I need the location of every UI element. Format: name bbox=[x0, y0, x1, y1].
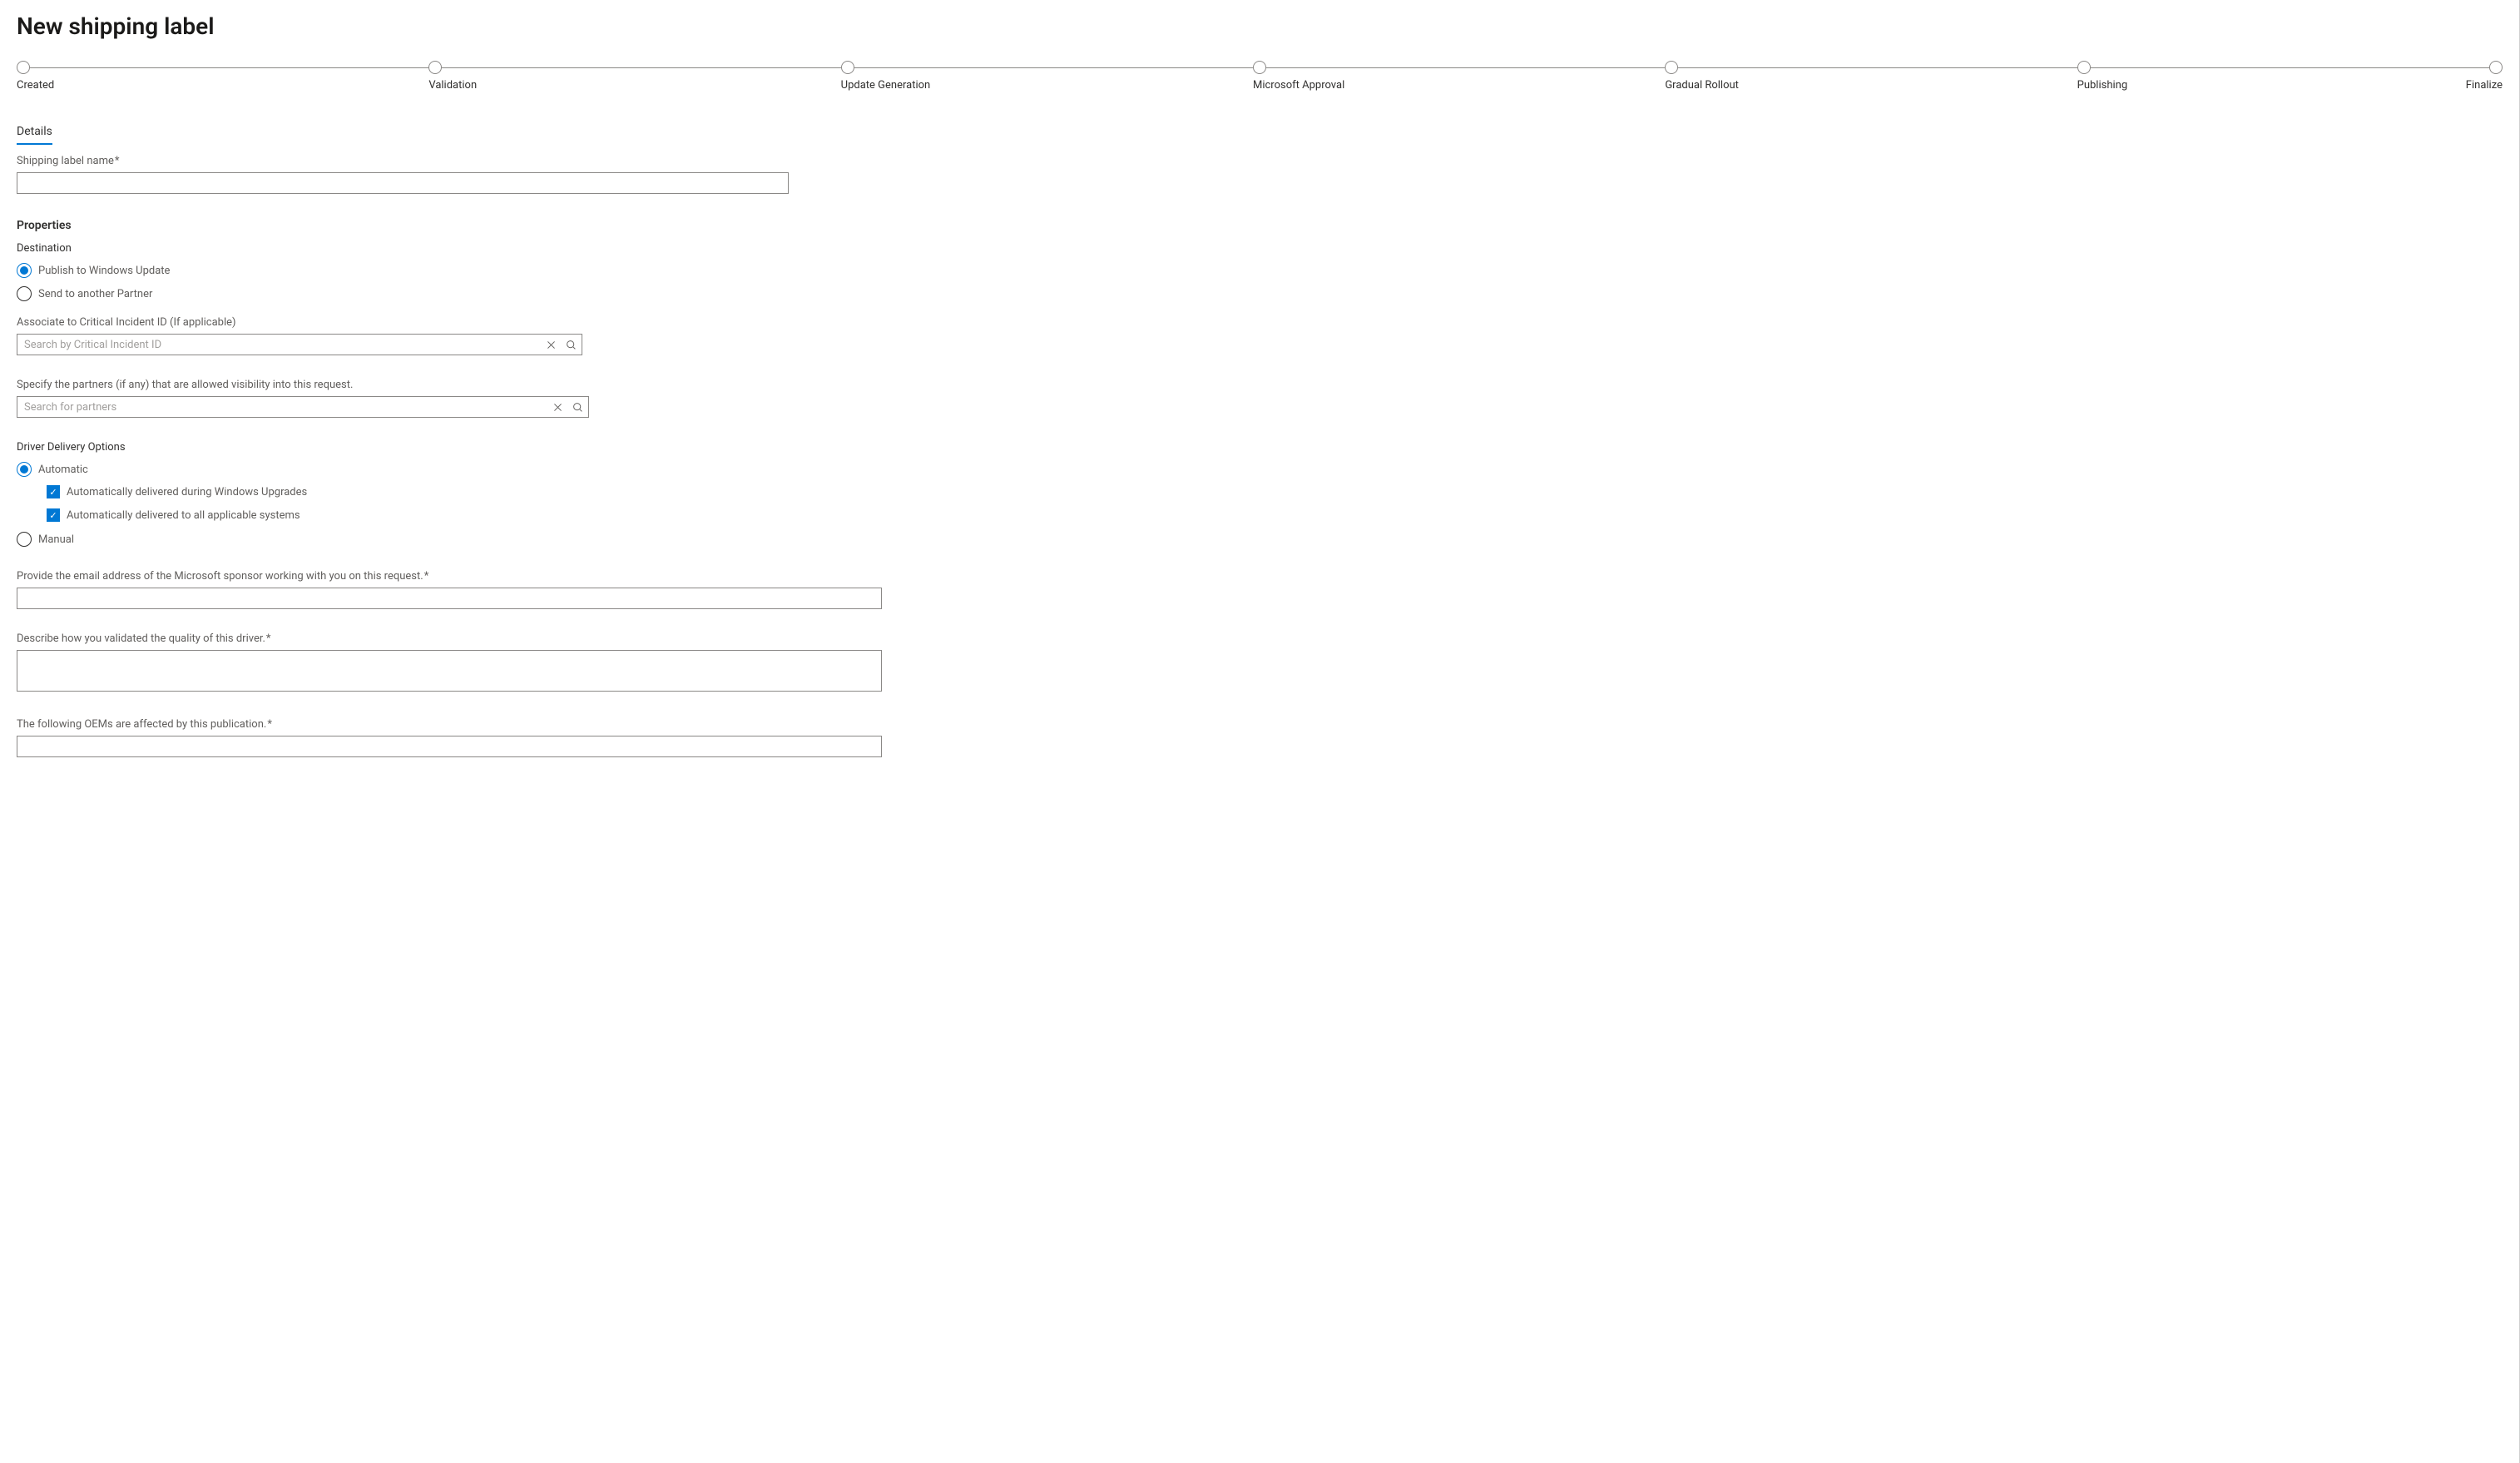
search-icon[interactable] bbox=[564, 338, 577, 351]
properties-heading: Properties bbox=[17, 219, 2503, 232]
progress-stepper: Created Validation Update Generation Mic… bbox=[17, 61, 2503, 92]
tab-details[interactable]: Details bbox=[17, 125, 52, 145]
tab-bar: Details bbox=[17, 125, 2503, 145]
shipping-label-name-label: Shipping label name bbox=[17, 155, 2503, 167]
sponsor-email-input[interactable] bbox=[17, 588, 882, 609]
step-created: Created bbox=[17, 61, 428, 92]
clear-icon[interactable] bbox=[551, 400, 564, 414]
driver-delivery-label: Driver Delivery Options bbox=[17, 441, 2503, 454]
affected-oems-label: The following OEMs are affected by this … bbox=[17, 718, 2503, 731]
step-circle-icon bbox=[17, 61, 30, 74]
step-circle-icon bbox=[1665, 61, 1678, 74]
validation-description-label: Describe how you validated the quality o… bbox=[17, 632, 2503, 645]
step-finalize: Finalize bbox=[2489, 61, 2503, 92]
radio-icon bbox=[17, 286, 32, 301]
critical-incident-label: Associate to Critical Incident ID (If ap… bbox=[17, 316, 2503, 329]
step-gradual-rollout: Gradual Rollout bbox=[1665, 61, 2077, 92]
checkbox-auto-all-systems[interactable]: ✓ Automatically delivered to all applica… bbox=[47, 508, 2503, 522]
step-circle-icon bbox=[841, 61, 854, 74]
partners-search-input[interactable] bbox=[17, 396, 589, 418]
clear-icon[interactable] bbox=[544, 338, 557, 351]
checkbox-icon: ✓ bbox=[47, 508, 60, 522]
checkbox-auto-windows-upgrades[interactable]: ✓ Automatically delivered during Windows… bbox=[47, 485, 2503, 498]
shipping-label-name-input[interactable] bbox=[17, 172, 789, 194]
critical-incident-search-input[interactable] bbox=[17, 334, 582, 355]
radio-icon bbox=[17, 263, 32, 278]
radio-delivery-automatic[interactable]: Automatic bbox=[17, 462, 2503, 477]
step-circle-icon bbox=[428, 61, 442, 74]
step-circle-icon bbox=[2077, 61, 2091, 74]
search-icon[interactable] bbox=[571, 400, 584, 414]
checkmark-icon: ✓ bbox=[49, 488, 57, 497]
step-validation: Validation bbox=[428, 61, 840, 92]
page-viewport[interactable]: New shipping label Created Validation Up… bbox=[0, 0, 2520, 1463]
checkmark-icon: ✓ bbox=[49, 511, 57, 520]
partners-visibility-label: Specify the partners (if any) that are a… bbox=[17, 379, 2503, 391]
step-microsoft-approval: Microsoft Approval bbox=[1253, 61, 1665, 92]
radio-icon bbox=[17, 532, 32, 547]
radio-delivery-manual[interactable]: Manual bbox=[17, 532, 2503, 547]
affected-oems-input[interactable] bbox=[17, 736, 882, 757]
radio-publish-windows-update[interactable]: Publish to Windows Update bbox=[17, 263, 2503, 278]
step-circle-icon bbox=[2489, 61, 2503, 74]
step-update-generation: Update Generation bbox=[841, 61, 1253, 92]
validation-description-textarea[interactable] bbox=[17, 650, 882, 692]
sponsor-email-label: Provide the email address of the Microso… bbox=[17, 570, 2503, 583]
radio-send-another-partner[interactable]: Send to another Partner bbox=[17, 286, 2503, 301]
checkbox-icon: ✓ bbox=[47, 485, 60, 498]
page-title: New shipping label bbox=[17, 12, 2503, 40]
radio-icon bbox=[17, 462, 32, 477]
destination-label: Destination bbox=[17, 242, 2503, 255]
content-container: New shipping label Created Validation Up… bbox=[0, 0, 2520, 1463]
step-circle-icon bbox=[1253, 61, 1266, 74]
step-publishing: Publishing bbox=[2077, 61, 2489, 92]
